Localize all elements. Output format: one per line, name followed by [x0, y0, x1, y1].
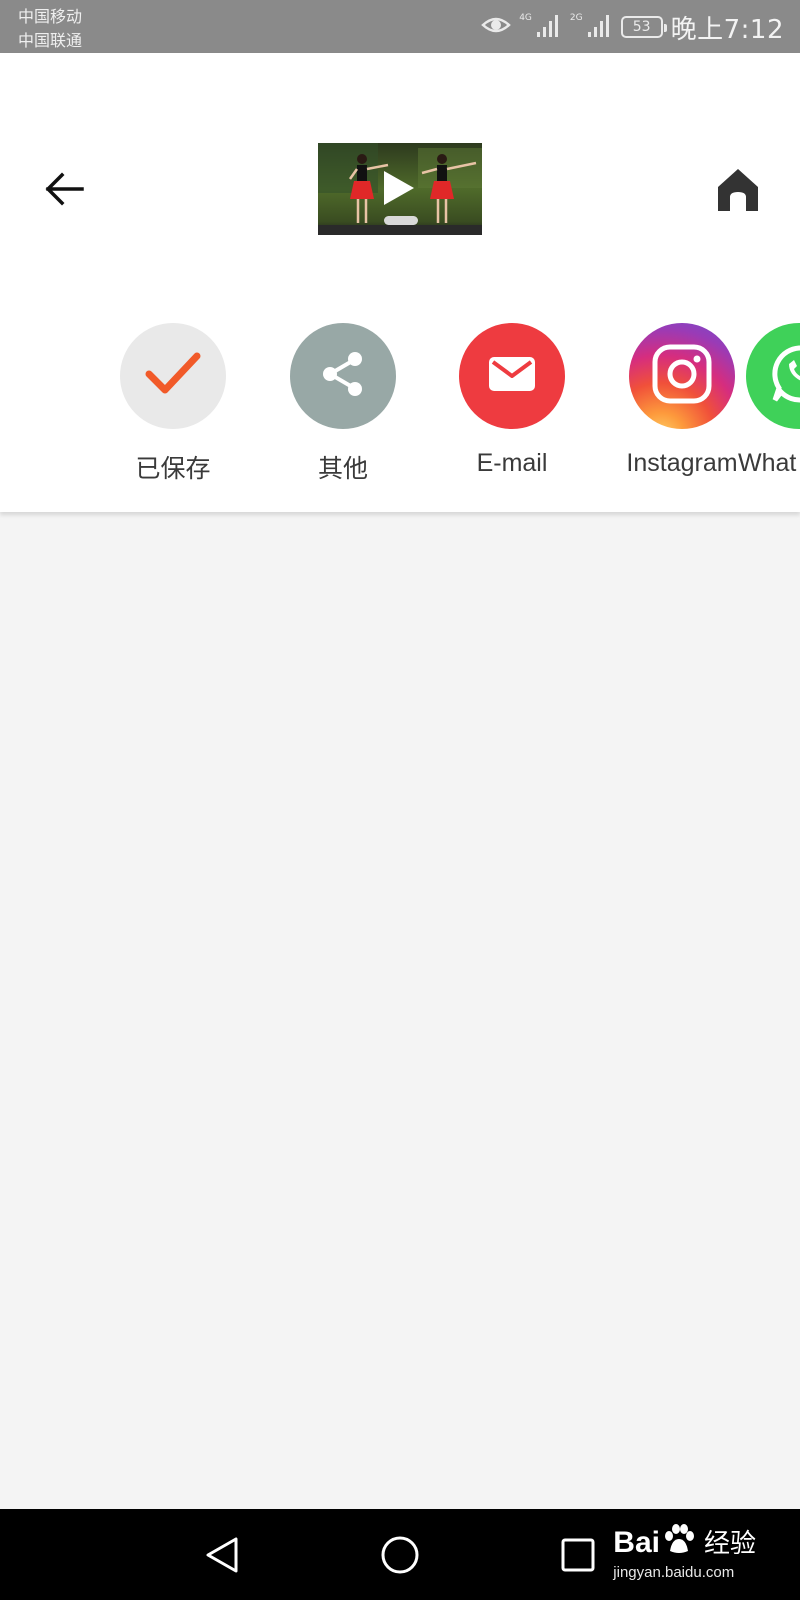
share-whatsapp-label: What [738, 449, 797, 477]
share-panel: 已保存 其他 E-mail Instagram What [0, 53, 800, 512]
battery-icon: 53 [620, 16, 667, 38]
video-thumbnail[interactable] [318, 143, 482, 235]
share-saved[interactable]: 已保存 [98, 323, 248, 493]
carrier-info: 中国移动 中国联通 [18, 5, 82, 53]
status-bar: 中国移动 中国联通 4G 2G 53 晚上7:12 [0, 0, 800, 53]
share-saved-circle [120, 323, 226, 429]
navigation-bar: Bai 经验 jingyan.baidu.com [0, 1509, 800, 1600]
arrow-left-icon [42, 167, 86, 215]
watermark-url: jingyan.baidu.com [613, 1564, 735, 1581]
status-icons: 4G 2G 53 晚上7:12 [481, 10, 784, 45]
share-other[interactable]: 其他 [268, 323, 418, 493]
mail-icon [488, 354, 536, 398]
share-whatsapp[interactable]: What [724, 323, 800, 493]
battery-level: 53 [632, 19, 651, 35]
whatsapp-icon [767, 342, 800, 410]
share-email[interactable]: E-mail [437, 323, 587, 493]
network-type-2: 2G [569, 13, 583, 23]
square-recent-icon [558, 1535, 598, 1579]
share-saved-label: 已保存 [135, 455, 211, 483]
share-icon [318, 349, 368, 403]
carrier-2: 中国联通 [18, 31, 83, 50]
triangle-back-icon [202, 1535, 242, 1579]
share-email-label: E-mail [476, 449, 548, 477]
watermark-brand-right: 经验 [703, 1528, 756, 1558]
instagram-icon [651, 343, 713, 409]
nav-recent-button[interactable] [548, 1527, 608, 1587]
share-whatsapp-circle [746, 323, 800, 429]
checkmark-icon [143, 344, 203, 408]
nav-back-button[interactable] [192, 1527, 252, 1587]
share-email-circle [459, 323, 565, 429]
network-type-1: 4G [519, 13, 532, 23]
share-instagram-circle [629, 323, 735, 429]
share-other-label: 其他 [317, 455, 368, 483]
back-button[interactable] [36, 163, 92, 219]
nav-home-button[interactable] [370, 1527, 430, 1587]
home-icon [714, 165, 762, 217]
signal-icon [536, 12, 562, 42]
share-targets-row: 已保存 其他 E-mail Instagram What [0, 323, 800, 493]
signal-icon [587, 12, 613, 42]
eye-icon [481, 14, 512, 40]
status-time: 晚上7:12 [670, 14, 784, 45]
share-other-circle [290, 323, 396, 429]
paw-icon [662, 1523, 696, 1563]
home-button[interactable] [708, 161, 768, 221]
baidu-jingyan-watermark: Bai 经验 jingyan.baidu.com [613, 1523, 756, 1583]
circle-home-icon [379, 1534, 421, 1580]
watermark-brand-left: Bai [613, 1526, 660, 1559]
carrier-1: 中国移动 [18, 7, 83, 26]
